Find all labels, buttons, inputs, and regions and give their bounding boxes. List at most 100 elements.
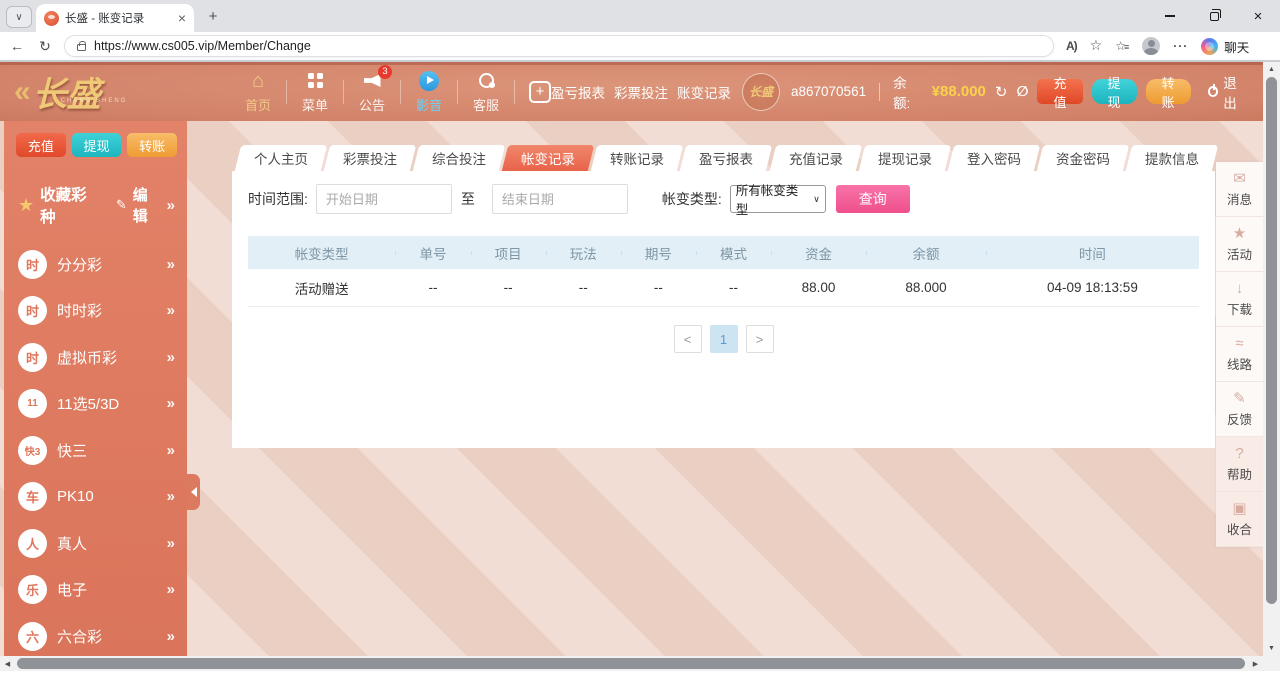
cell-play: --: [546, 280, 621, 295]
collections-icon[interactable]: [1115, 37, 1129, 55]
horizontal-scrollbar[interactable]: [0, 656, 1280, 671]
nav-menu[interactable]: 菜单: [287, 70, 343, 114]
tab-profile[interactable]: 个人主页: [235, 145, 328, 171]
prev-page-button[interactable]: <: [674, 325, 702, 353]
site-logo[interactable]: 长盛 CHANG SHENG: [14, 67, 214, 116]
col-item: 项目: [471, 243, 546, 263]
chevron-right-icon: [167, 535, 175, 552]
nav-media-label: 影音: [416, 95, 442, 114]
profile-avatar-icon[interactable]: [1142, 37, 1160, 55]
sidebar-item-11x5-3d[interactable]: 11 11选5/3D: [4, 381, 187, 428]
maximize-button[interactable]: [1192, 0, 1236, 32]
current-page-button[interactable]: 1: [710, 325, 738, 353]
change-type-select[interactable]: 所有帐变类型: [730, 185, 826, 213]
lottery-11x5-icon: 11: [18, 389, 47, 418]
sidebar-item-pk10[interactable]: 车 PK10: [4, 474, 187, 521]
user-avatar[interactable]: 长盛: [742, 73, 780, 111]
vertical-scroll-thumb[interactable]: [1266, 77, 1277, 604]
chevron-right-icon[interactable]: [167, 197, 175, 214]
refresh-balance-icon[interactable]: [995, 83, 1008, 101]
sidebar-item-k3[interactable]: 快3 快三: [4, 427, 187, 474]
logout-button[interactable]: 退出: [1208, 72, 1249, 112]
header-divider: [879, 83, 880, 101]
toolbar-lines[interactable]: ≈ 线路: [1216, 327, 1263, 382]
chevron-right-icon: [167, 349, 175, 366]
scroll-left-arrow[interactable]: [0, 656, 15, 671]
sidebar-recharge-button[interactable]: 充值: [16, 133, 66, 157]
close-button[interactable]: [1236, 0, 1280, 32]
cell-mode: --: [696, 280, 771, 295]
tab-fund-password[interactable]: 资金密码: [1037, 145, 1130, 171]
favorite-star-icon[interactable]: [1090, 37, 1103, 55]
toolbar-collapse[interactable]: ▣ 收合: [1216, 492, 1263, 547]
tab-transfer-records[interactable]: 转账记录: [591, 145, 684, 171]
tab-login-password[interactable]: 登入密码: [948, 145, 1041, 171]
tab-combined-bets[interactable]: 综合投注: [413, 145, 506, 171]
add-shortcut-button[interactable]: [529, 81, 551, 103]
start-date-input[interactable]: [316, 184, 452, 214]
hide-balance-icon[interactable]: [1016, 83, 1028, 100]
scroll-right-arrow[interactable]: [1248, 656, 1263, 671]
tab-withdraw-records[interactable]: 提现记录: [858, 145, 951, 171]
toolbar-download[interactable]: ↓ 下载: [1216, 272, 1263, 327]
sidebar-item-live[interactable]: 人 真人: [4, 520, 187, 567]
link-account-change[interactable]: 账变记录: [677, 82, 731, 102]
tab-profit-report[interactable]: 盈亏报表: [680, 145, 773, 171]
toolbar-help[interactable]: ? 帮助: [1216, 437, 1263, 492]
sidebar-item-mark6[interactable]: 六 六合彩: [4, 613, 187, 656]
sidebar-transfer-button[interactable]: 转账: [127, 133, 177, 157]
cell-change-type: 活动赠送: [248, 278, 395, 298]
link-lottery-bets[interactable]: 彩票投注: [614, 82, 668, 102]
scroll-up-arrow[interactable]: [1263, 62, 1280, 77]
scroll-down-arrow[interactable]: [1263, 641, 1280, 656]
sidebar-item-egames[interactable]: 乐 电子: [4, 567, 187, 614]
nav-home[interactable]: 首页: [230, 70, 286, 114]
nav-notice[interactable]: 公告 3: [344, 70, 400, 114]
edit-button[interactable]: 编辑: [133, 184, 161, 226]
transfer-button[interactable]: 转账: [1146, 79, 1191, 104]
toolbar-messages[interactable]: ✉ 消息: [1216, 162, 1263, 217]
tab-withdraw-info[interactable]: 提款信息: [1126, 145, 1219, 171]
col-amount: 资金: [771, 243, 866, 263]
balance-label: 余额:: [893, 72, 923, 112]
sidebar-collapse-handle[interactable]: [187, 474, 200, 510]
browser-menu-icon[interactable]: [1173, 37, 1188, 55]
sidebar-item-crypto-lottery[interactable]: 时 虚拟币彩: [4, 334, 187, 381]
col-order-no: 单号: [395, 243, 470, 263]
nav-service[interactable]: 客服: [458, 70, 514, 114]
browser-tab[interactable]: 长盛 - 账变记录: [36, 4, 194, 32]
copilot-button[interactable]: 聊天: [1201, 37, 1249, 56]
recharge-button[interactable]: 充值: [1037, 79, 1082, 104]
reload-icon[interactable]: [36, 38, 54, 55]
tab-lottery-bets[interactable]: 彩票投注: [324, 145, 417, 171]
minimize-button[interactable]: [1148, 0, 1192, 32]
sidebar-item-ffc[interactable]: 时 分分彩: [4, 241, 187, 288]
col-time: 时间: [986, 243, 1199, 263]
link-profit-report[interactable]: 盈亏报表: [551, 82, 605, 102]
search-button[interactable]: 查询: [836, 185, 910, 213]
horizontal-scroll-thumb[interactable]: [17, 658, 1245, 669]
read-aloud-icon[interactable]: [1066, 39, 1077, 53]
next-page-button[interactable]: >: [746, 325, 774, 353]
nav-media[interactable]: 影音: [401, 70, 457, 114]
url-field[interactable]: https://www.cs005.vip/Member/Change: [64, 35, 1054, 57]
end-date-input[interactable]: [492, 184, 628, 214]
tab-close-icon[interactable]: [178, 11, 186, 25]
question-icon: ?: [1235, 446, 1243, 461]
new-tab-button[interactable]: [200, 3, 226, 29]
vertical-scrollbar[interactable]: [1263, 62, 1280, 656]
sidebar-item-ssc[interactable]: 时 时时彩: [4, 288, 187, 335]
tab-search-button[interactable]: [6, 6, 32, 28]
back-icon[interactable]: [8, 38, 26, 54]
sidebar-withdraw-button[interactable]: 提现: [72, 133, 122, 157]
toolbar-feedback[interactable]: ✎ 反馈: [1216, 382, 1263, 437]
cell-order-no: --: [395, 280, 470, 295]
tab-account-change[interactable]: 帐变记录: [502, 145, 595, 171]
home-icon: [252, 71, 264, 91]
toolbar-activities[interactable]: ★ 活动: [1216, 217, 1263, 272]
withdraw-button[interactable]: 提现: [1092, 79, 1137, 104]
lock-icon[interactable]: [77, 44, 86, 51]
address-bar: https://www.cs005.vip/Member/Change 聊天: [0, 32, 1280, 62]
sidebar-item-label: 真人: [57, 533, 87, 554]
tab-recharge-records[interactable]: 充值记录: [769, 145, 862, 171]
